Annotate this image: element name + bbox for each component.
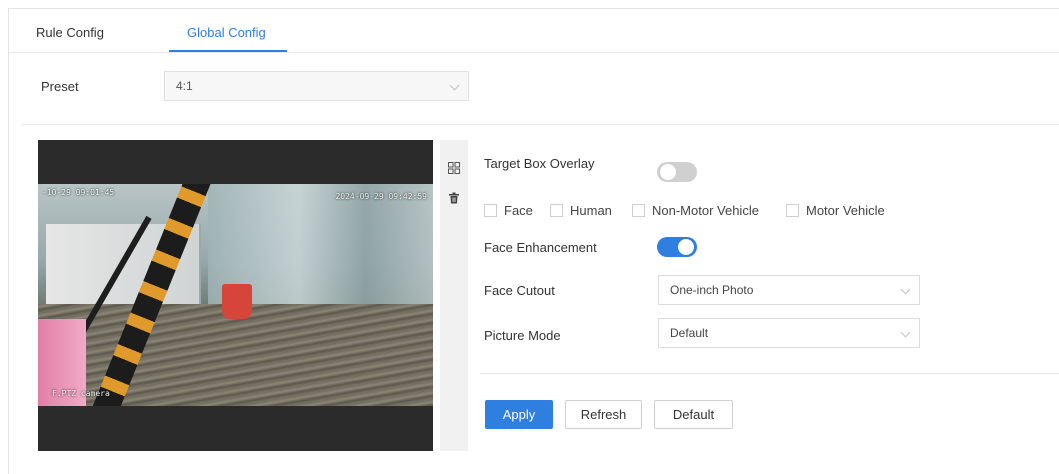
chevron-down-icon <box>449 80 460 91</box>
chevron-down-icon <box>900 327 911 338</box>
face-enhancement-label: Face Enhancement <box>484 240 597 255</box>
face-cutout-label: Face Cutout <box>484 283 555 298</box>
active-tab-indicator <box>169 50 287 52</box>
picture-mode-select[interactable]: Default <box>658 318 920 348</box>
video-preview[interactable]: -10-29 09:01:45 2024-09-29 09:42:59 F.PT… <box>38 140 433 451</box>
divider <box>21 124 1059 125</box>
video-toolbar <box>440 140 468 451</box>
checkbox-label: Human <box>570 203 612 218</box>
config-panel: Rule Config Global Config Preset 4:1 -10… <box>8 8 1059 474</box>
face-enhancement-toggle[interactable] <box>657 237 697 257</box>
face-cutout-select[interactable]: One-inch Photo <box>658 275 920 305</box>
tab-rule-config[interactable]: Rule Config <box>36 25 104 40</box>
osd-channel-name: F.PTZ camera <box>52 389 110 398</box>
picture-mode-label: Picture Mode <box>484 328 561 343</box>
preset-select[interactable]: 4:1 <box>164 71 469 101</box>
face-cutout-value: One-inch Photo <box>670 283 754 297</box>
checkbox-label: Non-Motor Vehicle <box>652 203 759 218</box>
picture-mode-value: Default <box>670 326 709 340</box>
divider <box>480 373 1059 374</box>
target-box-overlay-toggle[interactable] <box>657 162 697 182</box>
osd-time-left: -10-29 09:01:45 <box>42 188 115 197</box>
apply-button[interactable]: Apply <box>485 400 553 429</box>
checkbox-label: Motor Vehicle <box>806 203 885 218</box>
camera-image: -10-29 09:01:45 2024-09-29 09:42:59 F.PT… <box>38 184 433 406</box>
refresh-button[interactable]: Refresh <box>565 400 642 429</box>
tab-bar: Rule Config Global Config <box>9 9 1059 53</box>
toggle-knob <box>678 239 694 255</box>
target-box-overlay-label: Target Box Overlay <box>484 156 595 171</box>
tab-global-config[interactable]: Global Config <box>187 25 266 40</box>
trash-icon[interactable] <box>448 192 460 204</box>
chevron-down-icon <box>900 284 911 295</box>
checkbox-label: Face <box>504 203 533 218</box>
toggle-knob <box>660 164 676 180</box>
grid-icon[interactable] <box>448 162 460 174</box>
preset-label: Preset <box>41 79 79 94</box>
default-button[interactable]: Default <box>654 400 733 429</box>
osd-timestamp: 2024-09-29 09:42:59 <box>335 192 427 201</box>
preset-value: 4:1 <box>176 79 193 93</box>
